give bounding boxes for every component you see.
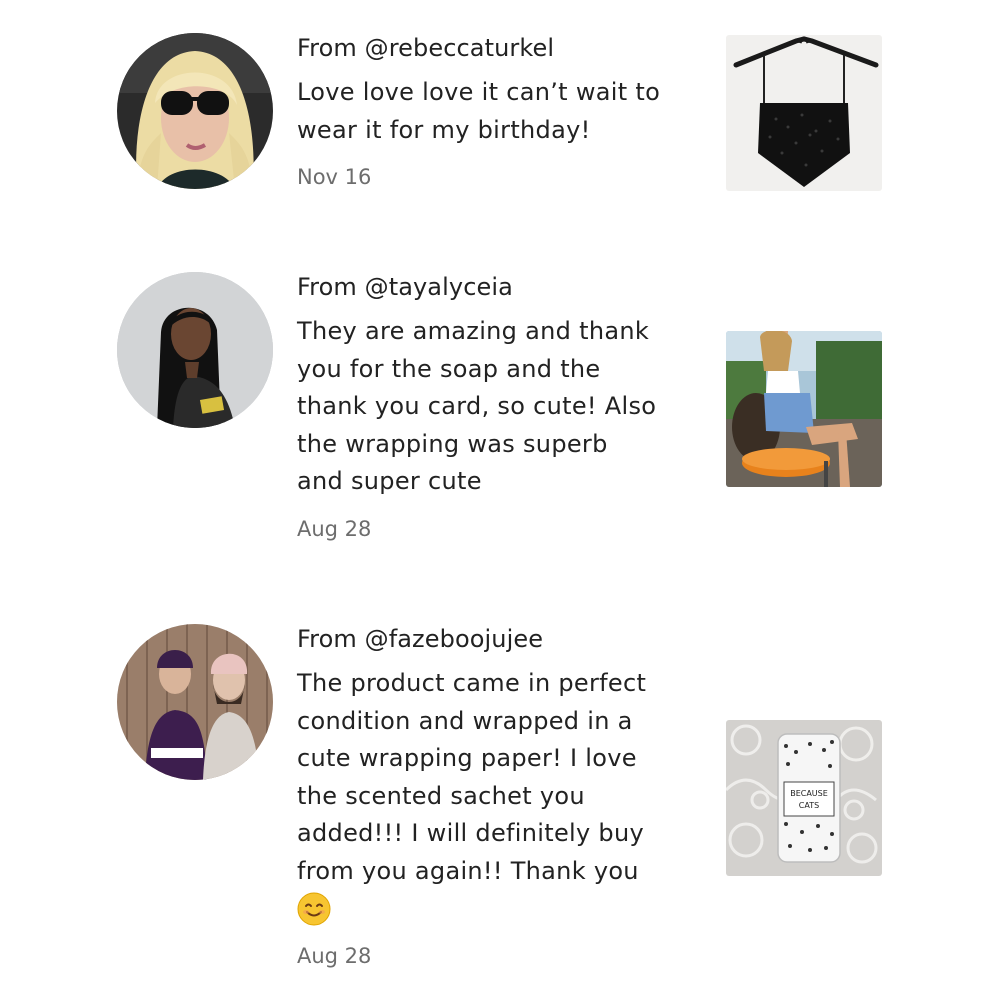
product-thumbnail[interactable]: BECAUSE CATS xyxy=(726,720,882,876)
review-text-line: They are amazing and thank xyxy=(297,317,650,345)
review-text-line: condition and wrapped in a xyxy=(297,706,633,735)
reviewer-avatar[interactable] xyxy=(117,33,273,189)
reviewer-handle[interactable]: From @rebeccaturkel xyxy=(297,33,707,63)
review-text-line: thank you card, so cute! Also xyxy=(297,392,657,420)
review-text-line: you for the soap and the xyxy=(297,354,601,383)
review-text-line: added!!! I will definitely buy xyxy=(297,819,644,847)
review-text-line: Love love love it can’t wait to xyxy=(297,78,661,106)
review-text-line: and super cute xyxy=(297,467,482,495)
reviewer-handle[interactable]: From @fazeboojujee xyxy=(297,624,707,654)
review-text-line: The product came in perfect xyxy=(297,669,647,697)
because-cats-phone-case-on-lace-photo: BECAUSE CATS xyxy=(726,720,882,876)
review-text-line: the scented sachet you xyxy=(297,781,585,810)
black-camisole-on-hanger-photo xyxy=(726,35,882,191)
review-date: Nov 16 xyxy=(297,165,372,189)
phone-case-print: CATS xyxy=(799,801,819,810)
reviewer-handle[interactable]: From @tayalyceia xyxy=(297,272,707,302)
blonde-woman-sunglasses-avatar xyxy=(117,33,273,189)
couple-in-beanies-avatar xyxy=(117,624,273,780)
review-text-line: wear it for my birthday! xyxy=(297,115,591,144)
woman-long-black-hair-avatar xyxy=(117,272,273,428)
review-date: Aug 28 xyxy=(297,516,372,541)
review-date: Aug 28 xyxy=(297,943,372,968)
review-text-line: from you again!! Thank you xyxy=(297,856,639,885)
review-text-line: the wrapping was superb xyxy=(297,429,608,458)
review-text: Love love love it can’t wait to wear it … xyxy=(297,74,707,149)
product-thumbnail[interactable] xyxy=(726,35,882,191)
review-text: The product came in perfect condition an… xyxy=(297,665,707,928)
reviewer-avatar[interactable] xyxy=(117,624,273,780)
product-thumbnail[interactable] xyxy=(726,331,882,487)
review-text: They are amazing and thank you for the s… xyxy=(297,313,707,501)
review-text-line xyxy=(297,890,707,928)
woman-on-orange-stool-photo xyxy=(726,331,882,487)
phone-case-print: BECAUSE xyxy=(790,789,828,798)
reviewer-avatar[interactable] xyxy=(117,272,273,428)
review-text-line: cute wrapping paper! I love xyxy=(297,744,637,772)
smiling-face-emoji xyxy=(297,892,331,926)
